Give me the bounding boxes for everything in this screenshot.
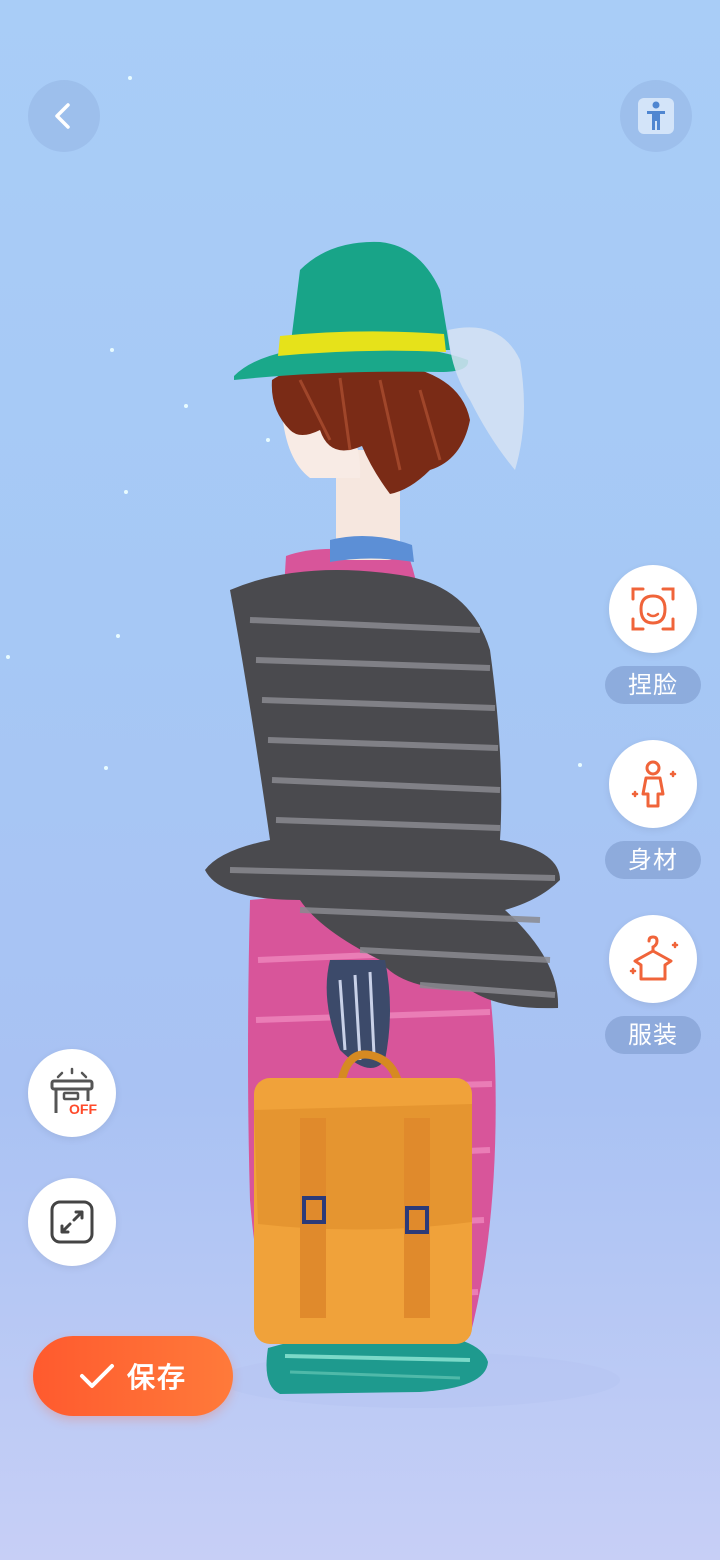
save-button[interactable]: 保存 bbox=[33, 1336, 233, 1416]
body-shape-icon bbox=[631, 760, 677, 808]
face-sculpt-button[interactable] bbox=[609, 565, 697, 653]
avatar-head bbox=[271, 361, 470, 562]
pose-button[interactable] bbox=[620, 80, 692, 152]
chevron-left-icon bbox=[55, 103, 70, 129]
body-shape-label: 身材 bbox=[605, 841, 701, 879]
check-icon bbox=[79, 1364, 114, 1388]
face-sculpt-icon bbox=[631, 587, 675, 631]
face-sculpt-label: 捏脸 bbox=[605, 666, 701, 704]
body-shape-button[interactable] bbox=[609, 740, 697, 828]
save-label: 保存 bbox=[126, 1361, 187, 1394]
background-off-badge: OFF bbox=[69, 1101, 97, 1117]
standing-figure-icon bbox=[638, 98, 674, 134]
clothing-icon bbox=[629, 935, 679, 981]
clothing-button[interactable] bbox=[609, 915, 697, 1003]
back-button[interactable] bbox=[28, 80, 100, 152]
fullscreen-button[interactable] bbox=[28, 1178, 116, 1266]
expand-icon bbox=[50, 1200, 94, 1244]
clothing-label: 服装 bbox=[605, 1016, 701, 1054]
background-toggle-button[interactable]: OFF bbox=[28, 1049, 116, 1137]
avatar-satchel bbox=[254, 1050, 472, 1344]
